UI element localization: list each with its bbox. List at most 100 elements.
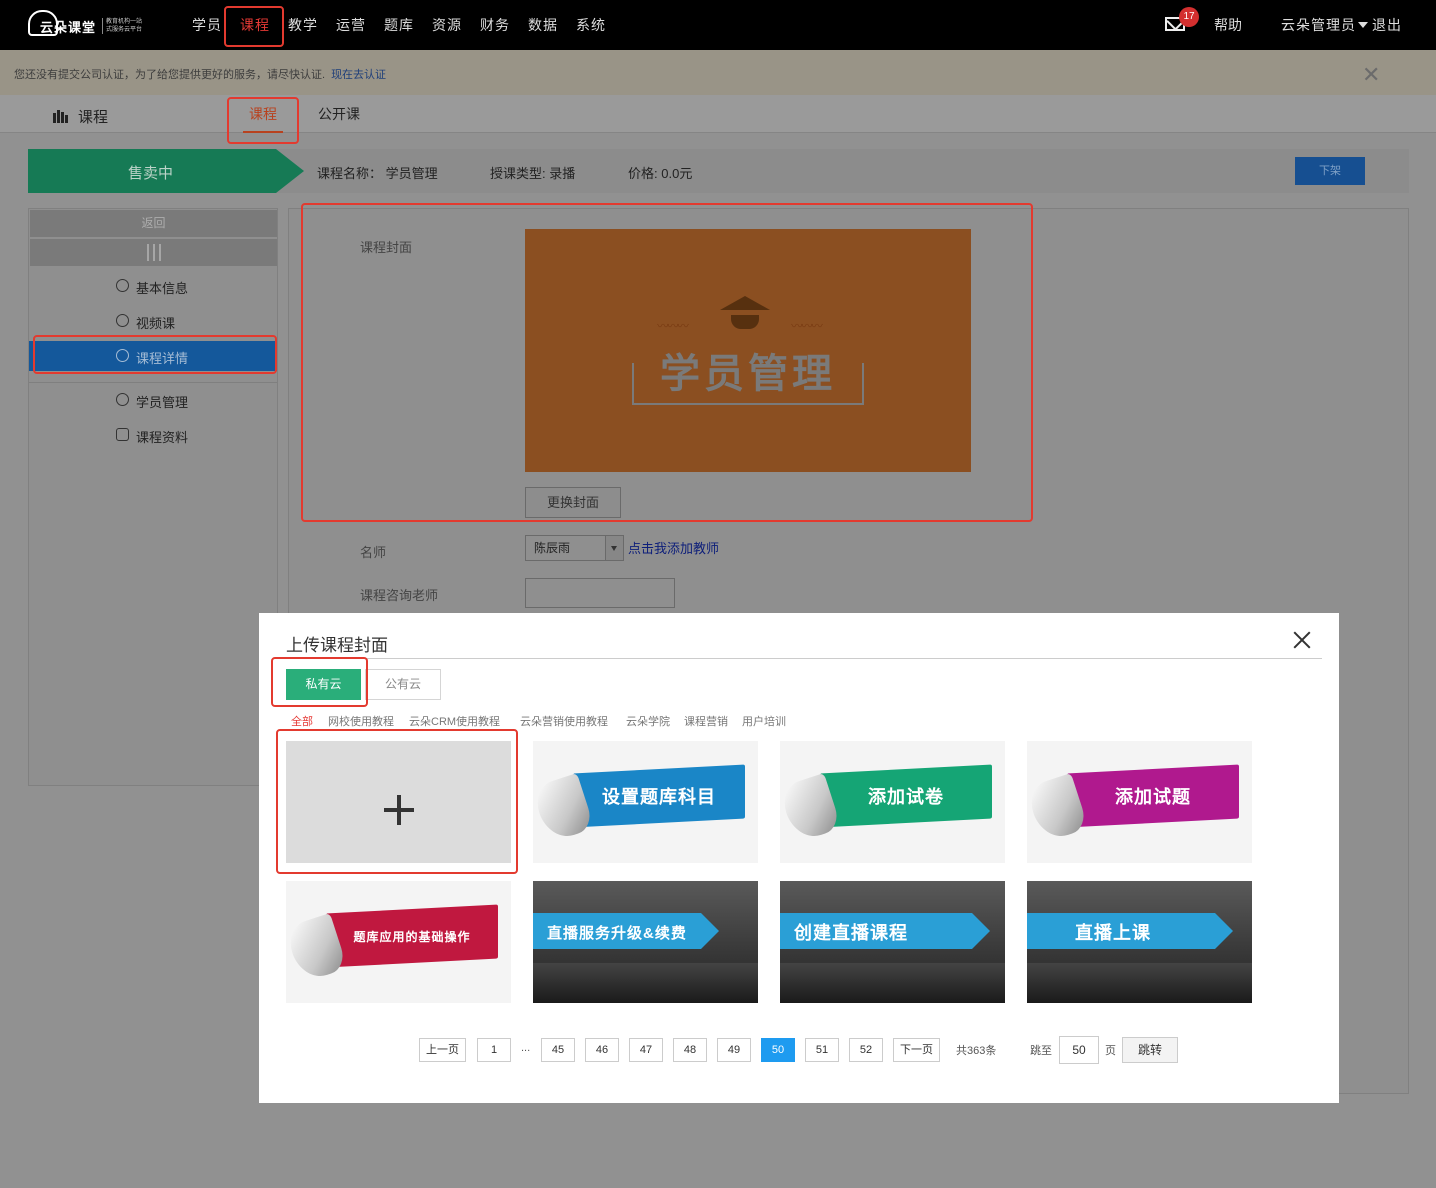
course-name-info: 课程名称： 学员管理 xyxy=(317,163,438,182)
sidebar-item-course-materials[interactable]: 课程资料 xyxy=(29,420,277,450)
total-count: 共363条 xyxy=(956,1045,997,1057)
category-crm-tutorial[interactable]: 云朵CRM使用教程 xyxy=(409,713,500,729)
nav-item-resources[interactable]: 资源 xyxy=(432,15,462,35)
category-all[interactable]: 全部 xyxy=(291,713,313,729)
notice-text: 您还没有提交公司认证，为了给您提供更好的服务，请尽快认证. 现在去认证 xyxy=(14,66,386,82)
page-button[interactable]: 47 xyxy=(629,1038,663,1062)
annotation-box-cloud-tab xyxy=(271,657,368,707)
course-type-value: 录播 xyxy=(549,166,576,181)
course-type-info: 授课类型: 录播 xyxy=(490,163,575,182)
sidebar-item-label: 课程资料 xyxy=(136,430,189,445)
thumbnail-title: 题库应用的基础操作 xyxy=(353,930,471,944)
logo[interactable]: 云朵课堂 教育机构一站式服务云平台 xyxy=(28,8,142,40)
teacher-select[interactable]: 陈辰雨 xyxy=(525,535,624,561)
category-school-tutorial[interactable]: 网校使用教程 xyxy=(328,713,394,729)
course-name-value: 学员管理 xyxy=(385,166,438,181)
pagination-ellipsis: ... xyxy=(521,1042,531,1054)
thumbnail-title: 创建直播课程 xyxy=(794,923,908,943)
cover-thumbnail[interactable]: 直播上课 xyxy=(1027,881,1252,1003)
mail-count-badge: 17 xyxy=(1179,7,1199,27)
sub-header: 课程 课程 公开课 xyxy=(0,95,1436,133)
page-title: 课程 xyxy=(78,109,109,126)
bar-icon xyxy=(158,244,161,261)
cover-thumbnail[interactable]: 题库应用的基础操作 xyxy=(286,881,511,1003)
next-page-button[interactable]: 下一页 xyxy=(893,1038,940,1062)
sidebar-item-video-course[interactable]: 视频课 xyxy=(29,306,277,336)
sidebar-divider xyxy=(29,382,277,383)
bar-icon xyxy=(146,244,149,261)
category-yunduo-academy[interactable]: 云朵学院 xyxy=(626,713,670,729)
back-button[interactable]: 返回 xyxy=(30,210,277,237)
consult-teacher-input[interactable] xyxy=(525,578,675,608)
cover-thumbnail[interactable]: 设置题库科目 xyxy=(533,741,758,863)
page-button[interactable]: 51 xyxy=(805,1038,839,1062)
annotation-box-tab xyxy=(227,97,299,144)
course-price-info: 价格: 0.0元 xyxy=(628,163,692,182)
username[interactable]: 云朵管理员 xyxy=(1281,17,1356,33)
price-label: 价格: xyxy=(628,166,658,181)
edit-icon xyxy=(116,428,129,441)
collapse-handle[interactable] xyxy=(30,239,277,266)
modal-divider xyxy=(286,658,1322,659)
category-course-marketing[interactable]: 课程营销 xyxy=(684,713,728,729)
nav-item-question-bank[interactable]: 题库 xyxy=(384,15,414,35)
nav-item-operations[interactable]: 运营 xyxy=(336,15,366,35)
certify-now-link[interactable]: 现在去认证 xyxy=(331,69,386,81)
nav-item-students[interactable]: 学员 xyxy=(192,15,222,35)
status-text: 售卖中 xyxy=(128,165,174,182)
take-offline-button[interactable]: 下架 xyxy=(1295,157,1365,185)
nav-item-teaching[interactable]: 教学 xyxy=(288,15,318,35)
photo-background xyxy=(1027,963,1252,1003)
page-button[interactable]: 52 xyxy=(849,1038,883,1062)
modal-title: 上传课程封面 xyxy=(286,636,388,655)
play-icon xyxy=(116,314,129,327)
thumbnail-title: 设置题库科目 xyxy=(602,787,716,807)
nav-item-finance[interactable]: 财务 xyxy=(480,15,510,35)
page-button[interactable]: 49 xyxy=(717,1038,751,1062)
cover-thumbnail[interactable]: 直播服务升级&续费 xyxy=(533,881,758,1003)
close-icon[interactable] xyxy=(1293,631,1311,649)
prev-page-button[interactable]: 上一页 xyxy=(419,1038,466,1062)
sidebar-item-label: 视频课 xyxy=(136,316,176,331)
annotation-box-add-tile xyxy=(276,729,518,874)
category-marketing-tutorial[interactable]: 云朵营销使用教程 xyxy=(520,713,608,729)
tab-public-cloud[interactable]: 公有云 xyxy=(365,669,441,700)
category-user-training[interactable]: 用户培训 xyxy=(742,713,786,729)
help-link[interactable]: 帮助 xyxy=(1214,15,1242,35)
page-button-current[interactable]: 50 xyxy=(761,1038,795,1062)
cover-thumbnail[interactable]: 创建直播课程 xyxy=(780,881,1005,1003)
sidebar-item-student-management[interactable]: 学员管理 xyxy=(29,385,277,415)
nav-item-system[interactable]: 系统 xyxy=(576,15,606,35)
teacher-select-value: 陈辰雨 xyxy=(534,541,571,555)
annotation-box-cover xyxy=(301,203,1033,522)
add-teacher-link[interactable]: 点击我添加教师 xyxy=(628,538,719,557)
logout-link[interactable]: 退出 xyxy=(1372,17,1402,33)
user-menu[interactable]: 云朵管理员 退出 xyxy=(1281,15,1402,35)
bar-icon xyxy=(152,244,155,261)
course-name-label: 课程名称： xyxy=(317,166,383,181)
chevron-down-icon[interactable] xyxy=(605,536,623,560)
page-button-first[interactable]: 1 xyxy=(477,1038,511,1062)
jump-button[interactable]: 跳转 xyxy=(1122,1037,1178,1063)
status-badge: 售卖中 xyxy=(28,149,304,193)
annotation-box-nav xyxy=(224,6,284,47)
cover-thumbnail[interactable]: 添加试题 xyxy=(1027,741,1252,863)
photo-background xyxy=(533,963,758,1003)
jump-page-input[interactable]: 50 xyxy=(1059,1036,1099,1064)
page-button[interactable]: 46 xyxy=(585,1038,619,1062)
page-button[interactable]: 48 xyxy=(673,1038,707,1062)
close-icon[interactable]: ✕ xyxy=(1362,62,1380,88)
course-status-bar: 售卖中 课程名称： 学员管理 授课类型: 录播 价格: 0.0元 下架 xyxy=(28,149,1409,193)
teacher-label: 名师 xyxy=(360,545,387,560)
page-button[interactable]: 45 xyxy=(541,1038,575,1062)
sidebar-item-basic-info[interactable]: 基本信息 xyxy=(29,271,277,301)
notice-message: 您还没有提交公司认证，为了给您提供更好的服务，请尽快认证. xyxy=(14,69,326,81)
logo-subtitle: 教育机构一站式服务云平台 xyxy=(102,18,142,34)
cover-thumbnail[interactable]: 添加试卷 xyxy=(780,741,1005,863)
nav-item-data[interactable]: 数据 xyxy=(528,15,558,35)
tab-public-course[interactable]: 公开课 xyxy=(318,104,360,124)
caret-down-icon[interactable] xyxy=(1358,22,1368,28)
jump-to-label: 跳至 xyxy=(1030,1045,1052,1057)
top-navbar: 云朵课堂 教育机构一站式服务云平台 学员 课程 教学 运营 题库 资源 财务 数… xyxy=(0,0,1436,50)
certification-notice: 您还没有提交公司认证，为了给您提供更好的服务，请尽快认证. 现在去认证 ✕ xyxy=(0,50,1436,95)
